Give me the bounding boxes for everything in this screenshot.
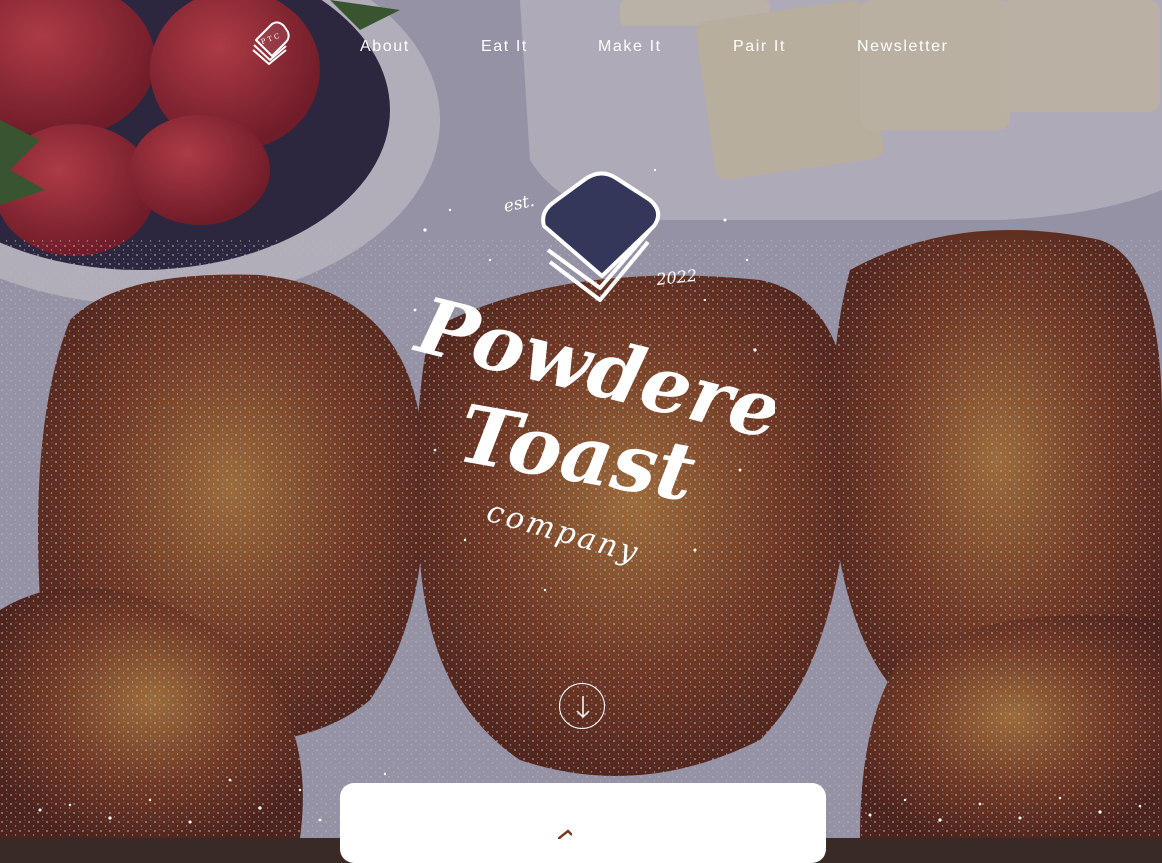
arrow-down-icon [576,696,590,719]
nav-link-make-it[interactable]: Make It [598,38,662,56]
nav-link-eat-it[interactable]: Eat It [481,38,528,56]
top-navigation: P T C About Eat It Make It Pair It Newsl… [0,0,1162,96]
brand-est-label: est. [502,191,537,217]
content-card [340,783,826,863]
brand-year: 2022 [654,266,697,289]
scroll-down-button[interactable] [559,683,605,729]
brand-logo: est. 2022 Powdered Toast company [395,150,843,610]
toast-stack-icon [541,171,661,302]
nav-link-pair-it[interactable]: Pair It [733,38,786,56]
nav-link-newsletter[interactable]: Newsletter [857,38,949,56]
toast-logo-icon[interactable]: P T C [248,18,294,66]
nav-link-about[interactable]: About [360,38,410,56]
